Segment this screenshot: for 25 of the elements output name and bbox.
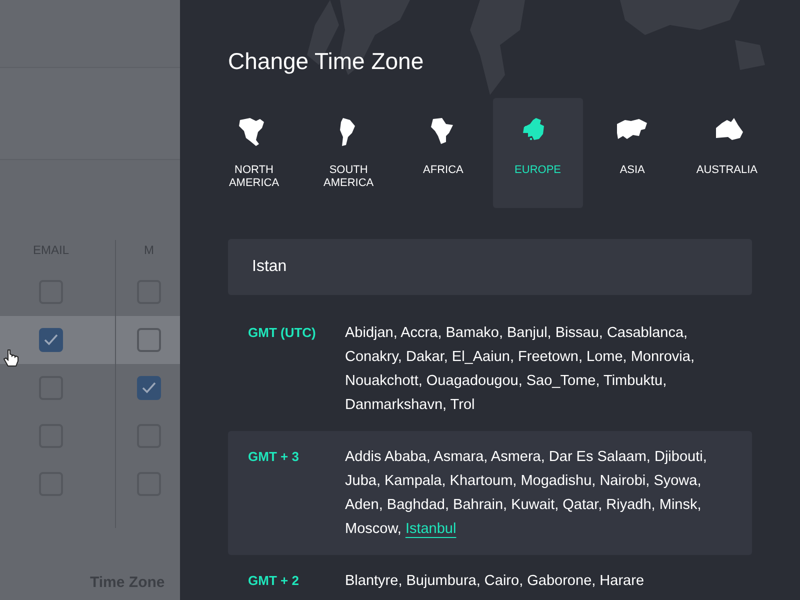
region-tab[interactable]: SOUTH AMERICA: [304, 98, 394, 208]
city-list: Addis Ababa, Asmara, Asmera, Dar Es Salaam, Djibouti, Juba, Kampala, Khartoum, Mogadishu, Nairobi, Syowa, Aden, Baghdad, Bahrain, Kuwait, Qatar, Riyadh, Minsk, Moscow, Istanbul: [345, 444, 732, 541]
region-tab[interactable]: NORTH AMERICA: [209, 98, 299, 208]
checkbox[interactable]: [137, 328, 161, 352]
region-tab[interactable]: AFRICA: [398, 98, 488, 208]
matched-city-link[interactable]: Istanbul: [405, 520, 456, 537]
city-list: Abidjan, Accra, Bamako, Banjul, Bissau, Casablanca, Conakry, Dakar, El_Aaiun, Freetown, Lome, Monrovia, Nouakchott, Ouagadougou, Sao_Tome, Timbuktu, Danmarkshavn, Trol: [345, 320, 732, 417]
city-list: Blantyre, Bujumbura, Cairo, Gaborone, Harare: [345, 568, 644, 593]
panel-title: Change Time Zone: [228, 48, 425, 76]
search-field[interactable]: Istan: [228, 238, 752, 295]
timezone-offset: GMT + 3: [248, 448, 300, 466]
check-icon: [142, 382, 156, 394]
region-tab[interactable]: EUROPE: [492, 98, 583, 208]
hand-cursor-icon: [3, 347, 19, 367]
region-tab[interactable]: ASIA: [587, 98, 678, 208]
checkbox[interactable]: [137, 376, 161, 400]
region-tab[interactable]: AUSTRALIA: [682, 98, 772, 208]
result-row[interactable]: GMT + 2 Blantyre, Bujumbura, Cairo, Gaborone, Harare: [228, 554, 752, 600]
timezone-offset: GMT (UTC): [248, 324, 317, 342]
timezone-offset: GMT + 2: [248, 572, 300, 590]
checkbox[interactable]: [39, 328, 63, 352]
check-icon: [44, 334, 58, 346]
result-row[interactable]: GMT + 3 Addis Ababa, Asmara, Asmera, Dar Es Salaam, Djibouti, Juba, Kampala, Khartoum, Mogadishu, Nairobi, Syowa, Aden, Baghdad, Bahrain, Kuwait, Qatar, Riyadh, Minsk, Moscow, Istanbul: [228, 430, 752, 555]
result-row[interactable]: GMT (UTC) Abidjan, Accra, Bamako, Banjul, Bissau, Casablanca, Conakry, Dakar, El_Aaiun, Freetown, Lome, Monrovia, Nouakchott, Ouagadougou, Sao_Tome, Timbuktu, Danmarkshavn, Trol: [228, 306, 752, 431]
table-row[interactable]: [0, 316, 180, 364]
